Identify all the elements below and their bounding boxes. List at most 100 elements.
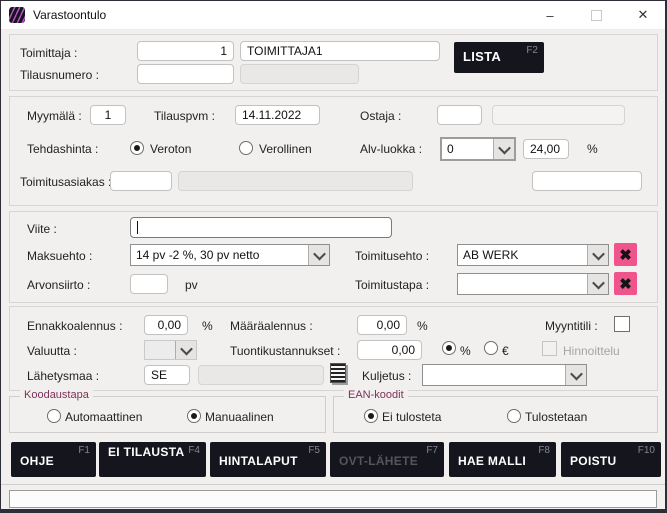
minimize-button[interactable]: – [535, 1, 565, 29]
lista-button-label: LISTA [463, 50, 501, 65]
chevron-down-icon [180, 342, 193, 355]
pricing-panel: Ennakkoalennus : 0,00 % Määräalennus : 0… [9, 306, 658, 391]
ennakkoalennus-field[interactable]: 0,00 [144, 315, 188, 335]
myymala-field[interactable]: 1 [90, 105, 126, 125]
koodaustapa-title: Koodaustapa [20, 389, 93, 401]
lahetysmaa-field[interactable]: SE [144, 365, 190, 385]
maksuehto-label: Maksuehto : [27, 249, 92, 263]
myyntitili-label: Myyntitili : [545, 319, 598, 333]
titlebar: Varastoontulo – ✕ [1, 1, 665, 30]
tulostetaan-label: Tulostetaan [525, 410, 587, 424]
dropdown-button[interactable] [587, 274, 608, 294]
chevron-down-icon [498, 141, 511, 154]
valuutta-select[interactable] [144, 340, 197, 360]
supplier-panel: Toimittaja : 1 TOIMITTAJA1 LISTA F2 Tila… [9, 34, 658, 91]
tilauspvm-field[interactable]: 14.11.2022 [235, 105, 320, 125]
maximize-button[interactable] [581, 1, 611, 29]
lahetysmaa-name-field [198, 365, 324, 385]
kuljetus-select[interactable] [422, 364, 587, 386]
tehdashinta-label: Tehdashinta : [27, 142, 98, 156]
ohje-button[interactable]: OHJE F1 [11, 442, 96, 477]
toimittaja-name-field[interactable]: TOIMITTAJA1 [240, 41, 440, 61]
valuutta-label: Valuutta : [27, 344, 77, 358]
close-button[interactable]: ✕ [628, 1, 658, 29]
toimitustapa-label: Toimitustapa : [355, 278, 429, 292]
toimitusasiakas-name-field [178, 171, 413, 191]
ostaja-label: Ostaja : [360, 109, 401, 123]
toimitusasiakas-extra-field[interactable] [532, 171, 642, 191]
varastoontulo-window: Varastoontulo – ✕ Toimittaja : 1 TOIMITT… [0, 0, 667, 513]
button-label: OHJE [20, 455, 54, 469]
lista-button[interactable]: LISTA F2 [454, 42, 544, 73]
tuontikustannukset-label: Tuontikustannukset : [230, 344, 340, 358]
hae-malli-button[interactable]: HAE MALLI F8 [449, 442, 556, 477]
toimitustapa-clear-button[interactable]: ✖ [614, 272, 637, 295]
alv-percent-sign: % [587, 142, 598, 156]
close-icon: ✕ [638, 7, 649, 23]
toimittaja-code-field[interactable]: 1 [137, 41, 234, 61]
kuljetus-label: Kuljetus : [362, 369, 411, 383]
tilausnumero-field[interactable] [137, 64, 234, 84]
verollinen-radio[interactable] [239, 141, 253, 155]
alv-percent-field[interactable]: 24,00 [523, 139, 569, 159]
automaattinen-radio[interactable] [47, 409, 61, 423]
dropdown-button[interactable] [565, 365, 586, 385]
myyntitili-checkbox[interactable] [614, 316, 630, 332]
kuljetus-value [423, 365, 565, 385]
lista-fkey-label: F2 [526, 45, 538, 56]
dropdown-button[interactable] [175, 341, 196, 359]
chevron-down-icon [592, 247, 605, 260]
alv-luokka-select[interactable]: 0 [440, 137, 516, 161]
maksuehto-value: 14 pv -2 %, 30 pv netto [131, 245, 308, 265]
dropdown-button[interactable] [587, 245, 608, 265]
toimitusehto-value: AB WERK [458, 245, 587, 265]
terms-panel: Viite : Maksuehto : 14 pv -2 %, 30 pv ne… [9, 211, 658, 303]
button-label: HINTALAPUT [219, 455, 298, 469]
tilausnumero-name-field [240, 64, 359, 84]
poistu-button[interactable]: POISTU F10 [561, 442, 661, 477]
arvonsiirto-unit-label: pv [185, 278, 198, 292]
fkey-label: F8 [538, 445, 550, 456]
arvonsiirto-field[interactable] [130, 274, 168, 294]
app-icon [9, 7, 25, 23]
automaattinen-label: Automaattinen [65, 410, 142, 424]
toimitustapa-select[interactable] [457, 273, 609, 295]
tulostetaan-radio[interactable] [507, 409, 521, 423]
list-button[interactable] [330, 363, 346, 383]
dropdown-button[interactable] [308, 245, 329, 265]
myymala-label: Myymälä : [27, 109, 82, 123]
window-title: Varastoontulo [33, 8, 106, 22]
text-caret [137, 221, 138, 234]
ostaja-name-field [492, 105, 625, 125]
euro-radio[interactable] [484, 341, 498, 355]
alv-luokka-label: Alv-luokka : [360, 142, 422, 156]
chevron-down-icon [592, 276, 605, 289]
toimitusehto-select[interactable]: AB WERK [457, 244, 609, 266]
maksuehto-select[interactable]: 14 pv -2 %, 30 pv netto [130, 244, 330, 266]
dropdown-button[interactable] [493, 139, 514, 159]
viite-input[interactable] [130, 217, 392, 238]
hintalaput-button[interactable]: HINTALAPUT F5 [210, 442, 326, 477]
viite-label: Viite : [27, 222, 57, 236]
valuutta-value [145, 341, 175, 359]
button-label: OVT-LÄHETE [339, 455, 418, 469]
fkey-label: F5 [308, 445, 320, 456]
ei-tulosteta-radio[interactable] [364, 409, 378, 423]
clear-x-icon: ✖ [619, 275, 632, 293]
toimitusehto-clear-button[interactable]: ✖ [614, 243, 637, 266]
tuontikustannukset-field[interactable]: 0,00 [357, 340, 422, 360]
manuaalinen-radio[interactable] [187, 409, 201, 423]
toimitusasiakas-code-field[interactable] [110, 171, 172, 191]
maximize-icon [591, 10, 602, 21]
percent-radio[interactable] [442, 341, 456, 355]
ostaja-code-field[interactable] [437, 105, 482, 125]
tilauspvm-label: Tilauspvm : [154, 109, 215, 123]
ean-koodit-groupbox: EAN-koodit Ei tulosteta Tulostetaan [333, 396, 658, 433]
maaraalennus-field[interactable]: 0,00 [357, 315, 407, 335]
fkey-label: F1 [78, 445, 90, 456]
manuaalinen-label: Manuaalinen [205, 410, 274, 424]
veroton-radio[interactable] [130, 141, 144, 155]
ei-tilausta-button[interactable]: EI TILAUSTA F4 [99, 442, 206, 477]
toimittaja-label: Toimittaja : [20, 46, 77, 60]
minimize-icon: – [546, 8, 553, 23]
